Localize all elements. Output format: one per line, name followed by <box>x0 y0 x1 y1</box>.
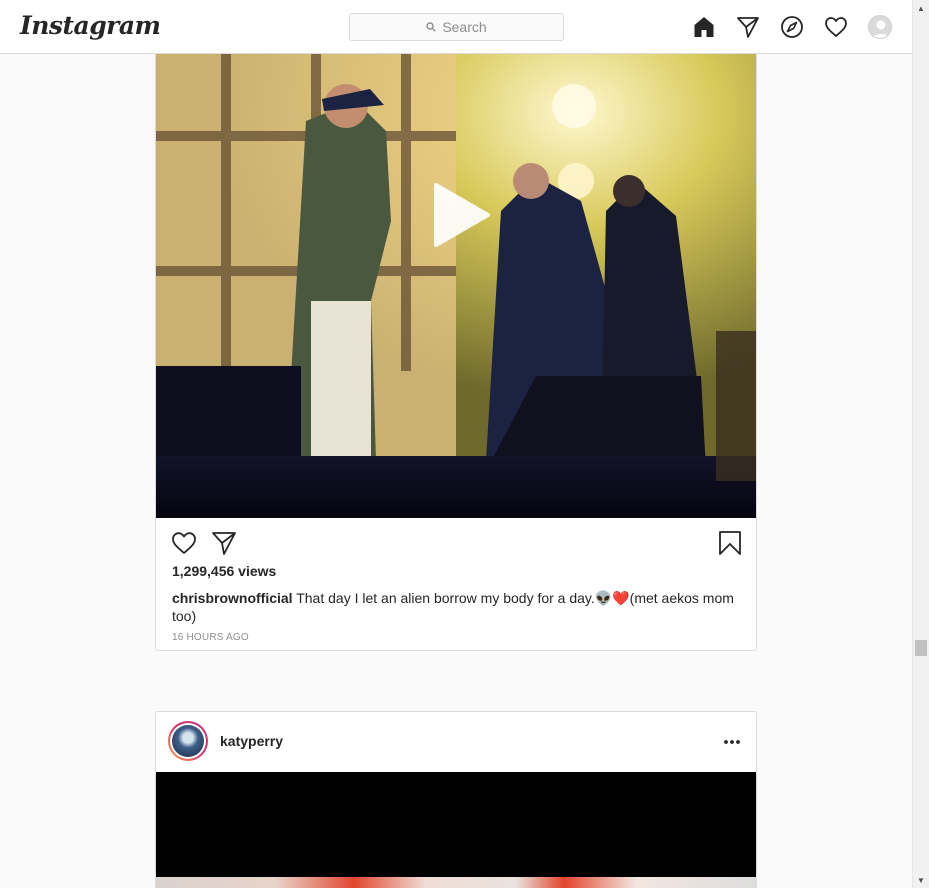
more-options-icon[interactable] <box>722 732 742 752</box>
search-icon <box>426 22 437 32</box>
post-caption: chrisbrownofficial That day I let an ali… <box>172 589 742 625</box>
post-actions <box>156 518 756 568</box>
bookmark-icon[interactable] <box>717 530 743 556</box>
post-video[interactable] <box>156 41 756 518</box>
direct-icon[interactable] <box>736 15 760 39</box>
share-icon[interactable] <box>211 530 237 556</box>
instagram-logo[interactable]: Instagram <box>20 11 161 40</box>
post-media[interactable] <box>156 772 756 888</box>
profile-picture <box>172 725 204 757</box>
default-avatar-icon <box>872 20 890 38</box>
page-scrollbar[interactable]: ▲ ▼ <box>912 0 929 888</box>
feed-post: katyperry <box>155 711 757 888</box>
scrollbar-thumb[interactable] <box>915 640 927 656</box>
explore-icon[interactable] <box>780 15 804 39</box>
home-icon[interactable] <box>692 15 716 39</box>
scroll-down-arrow-icon[interactable]: ▼ <box>917 876 925 885</box>
caption-emoji: 👽❤️ <box>594 590 630 606</box>
search-box[interactable]: Search <box>349 13 564 41</box>
feed-post: 1,299,456 views chrisbrownofficial That … <box>155 40 757 651</box>
video-frame <box>156 41 756 518</box>
top-navigation-bar: Instagram Search <box>0 0 912 54</box>
post-timestamp[interactable]: 16 HOURS AGO <box>172 632 249 643</box>
view-count: 1,299,456 views <box>172 563 277 579</box>
search-placeholder: Search <box>442 19 487 35</box>
like-heart-icon[interactable] <box>171 530 197 556</box>
play-icon[interactable] <box>426 181 494 249</box>
scroll-up-arrow-icon[interactable]: ▲ <box>917 4 925 13</box>
activity-heart-icon[interactable] <box>824 15 848 39</box>
media-preview-strip <box>156 877 756 888</box>
post-header: katyperry <box>156 712 756 772</box>
story-ring-avatar[interactable] <box>168 721 208 761</box>
caption-text: That day I let an alien borrow my body f… <box>296 590 595 606</box>
caption-username[interactable]: chrisbrownofficial <box>172 590 293 606</box>
post-username[interactable]: katyperry <box>220 733 283 749</box>
profile-avatar[interactable] <box>868 15 892 39</box>
